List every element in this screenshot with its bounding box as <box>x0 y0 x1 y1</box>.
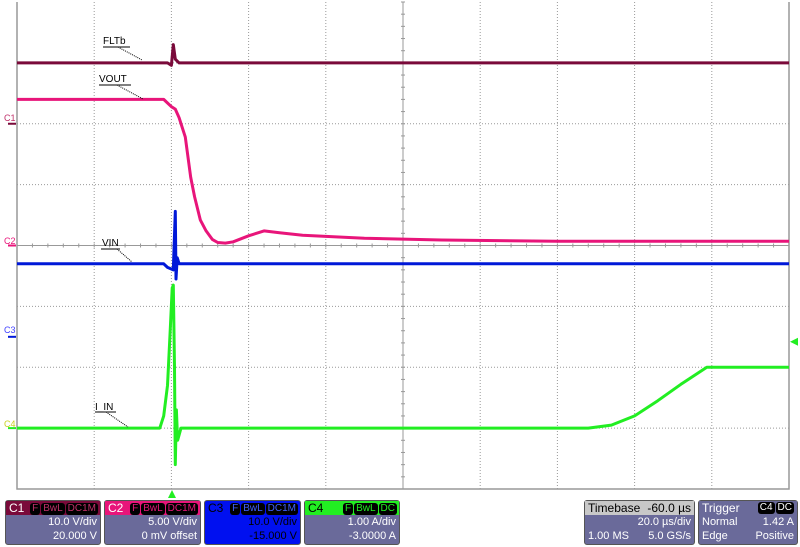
offset: -3.0000 A <box>348 530 396 542</box>
vdiv: 5.00 V/div <box>148 516 197 528</box>
tag: DC <box>378 503 397 515</box>
scope-display: C1 C2 C3 C4 FLTb VOUT VIN I_IN <box>4 1 798 498</box>
tag: F <box>230 503 241 515</box>
channel-panel-c3[interactable]: C3 F BwL DC1M 10.0 V/div -15.000 V <box>204 500 301 545</box>
sample-rate: 5.0 GS/s <box>648 530 691 542</box>
vdiv: 10.0 V/div <box>48 516 97 528</box>
label-iin: I_IN <box>95 402 113 413</box>
tag: BwL <box>241 503 265 515</box>
channel-name: C1 <box>9 501 25 515</box>
channel-panel-c4[interactable]: C4 F BwL DC 1.00 A/div -3.0000 A <box>304 500 400 545</box>
trigger-level: 1.42 A <box>762 516 794 528</box>
tag: BwL <box>354 503 378 515</box>
marker-c1[interactable]: C1 <box>4 113 16 123</box>
offset: 0 mV offset <box>141 530 197 542</box>
timebase-panel[interactable]: Timebase -60.0 µs 20.0 µs/div 1.00 MS 5.0 … <box>584 500 695 545</box>
time-per-div: 20.0 µs/div <box>637 516 691 528</box>
trigger-coupling: DC <box>775 502 794 514</box>
tag: F <box>130 503 141 515</box>
channel-markers: C1 C2 C3 C4 <box>4 113 16 429</box>
sample-count: 1.00 MS <box>588 530 629 542</box>
channel-panel-c1[interactable]: C1 F BwL DC1M 10.0 V/div 20.000 V <box>5 500 101 545</box>
timebase-label: Timebase <box>588 501 641 515</box>
trigger-level-marker[interactable] <box>790 337 798 346</box>
channel-name: C4 <box>308 501 324 515</box>
offset: 20.000 V <box>52 530 97 542</box>
marker-c3[interactable]: C3 <box>4 325 16 335</box>
trigger-type: Edge <box>702 530 728 542</box>
offset: -15.000 V <box>249 530 297 542</box>
vdiv: 10.0 V/div <box>248 516 297 528</box>
trigger-slope: Positive <box>755 530 794 542</box>
tag: F <box>30 503 41 515</box>
label-fltb: FLTb <box>103 36 126 47</box>
timebase-delay: -60.0 µs <box>647 501 691 515</box>
trigger-mode: Normal <box>702 516 738 528</box>
label-vin: VIN <box>102 238 119 249</box>
graticule <box>16 1 790 490</box>
trigger-label: Trigger <box>702 501 740 515</box>
trigger-panel[interactable]: Trigger C4 DC Normal 1.42 A Edge Positive <box>698 500 798 545</box>
channel-name: C3 <box>208 501 224 515</box>
label-vout: VOUT <box>99 74 127 85</box>
tag: DC1M <box>265 503 298 515</box>
channel-panel-c2[interactable]: C2 F BwL DC1M 5.00 V/div 0 mV offset <box>104 500 201 545</box>
tag: F <box>342 503 354 515</box>
adiv: 1.00 A/div <box>347 516 396 528</box>
tag: DC1M <box>65 503 98 515</box>
tag: BwL <box>141 503 165 515</box>
trigger-position-marker[interactable] <box>168 490 176 498</box>
trigger-source: C4 <box>757 502 775 514</box>
tag: DC1M <box>165 503 198 515</box>
tag: BwL <box>41 503 65 515</box>
channel-name: C2 <box>108 501 124 515</box>
